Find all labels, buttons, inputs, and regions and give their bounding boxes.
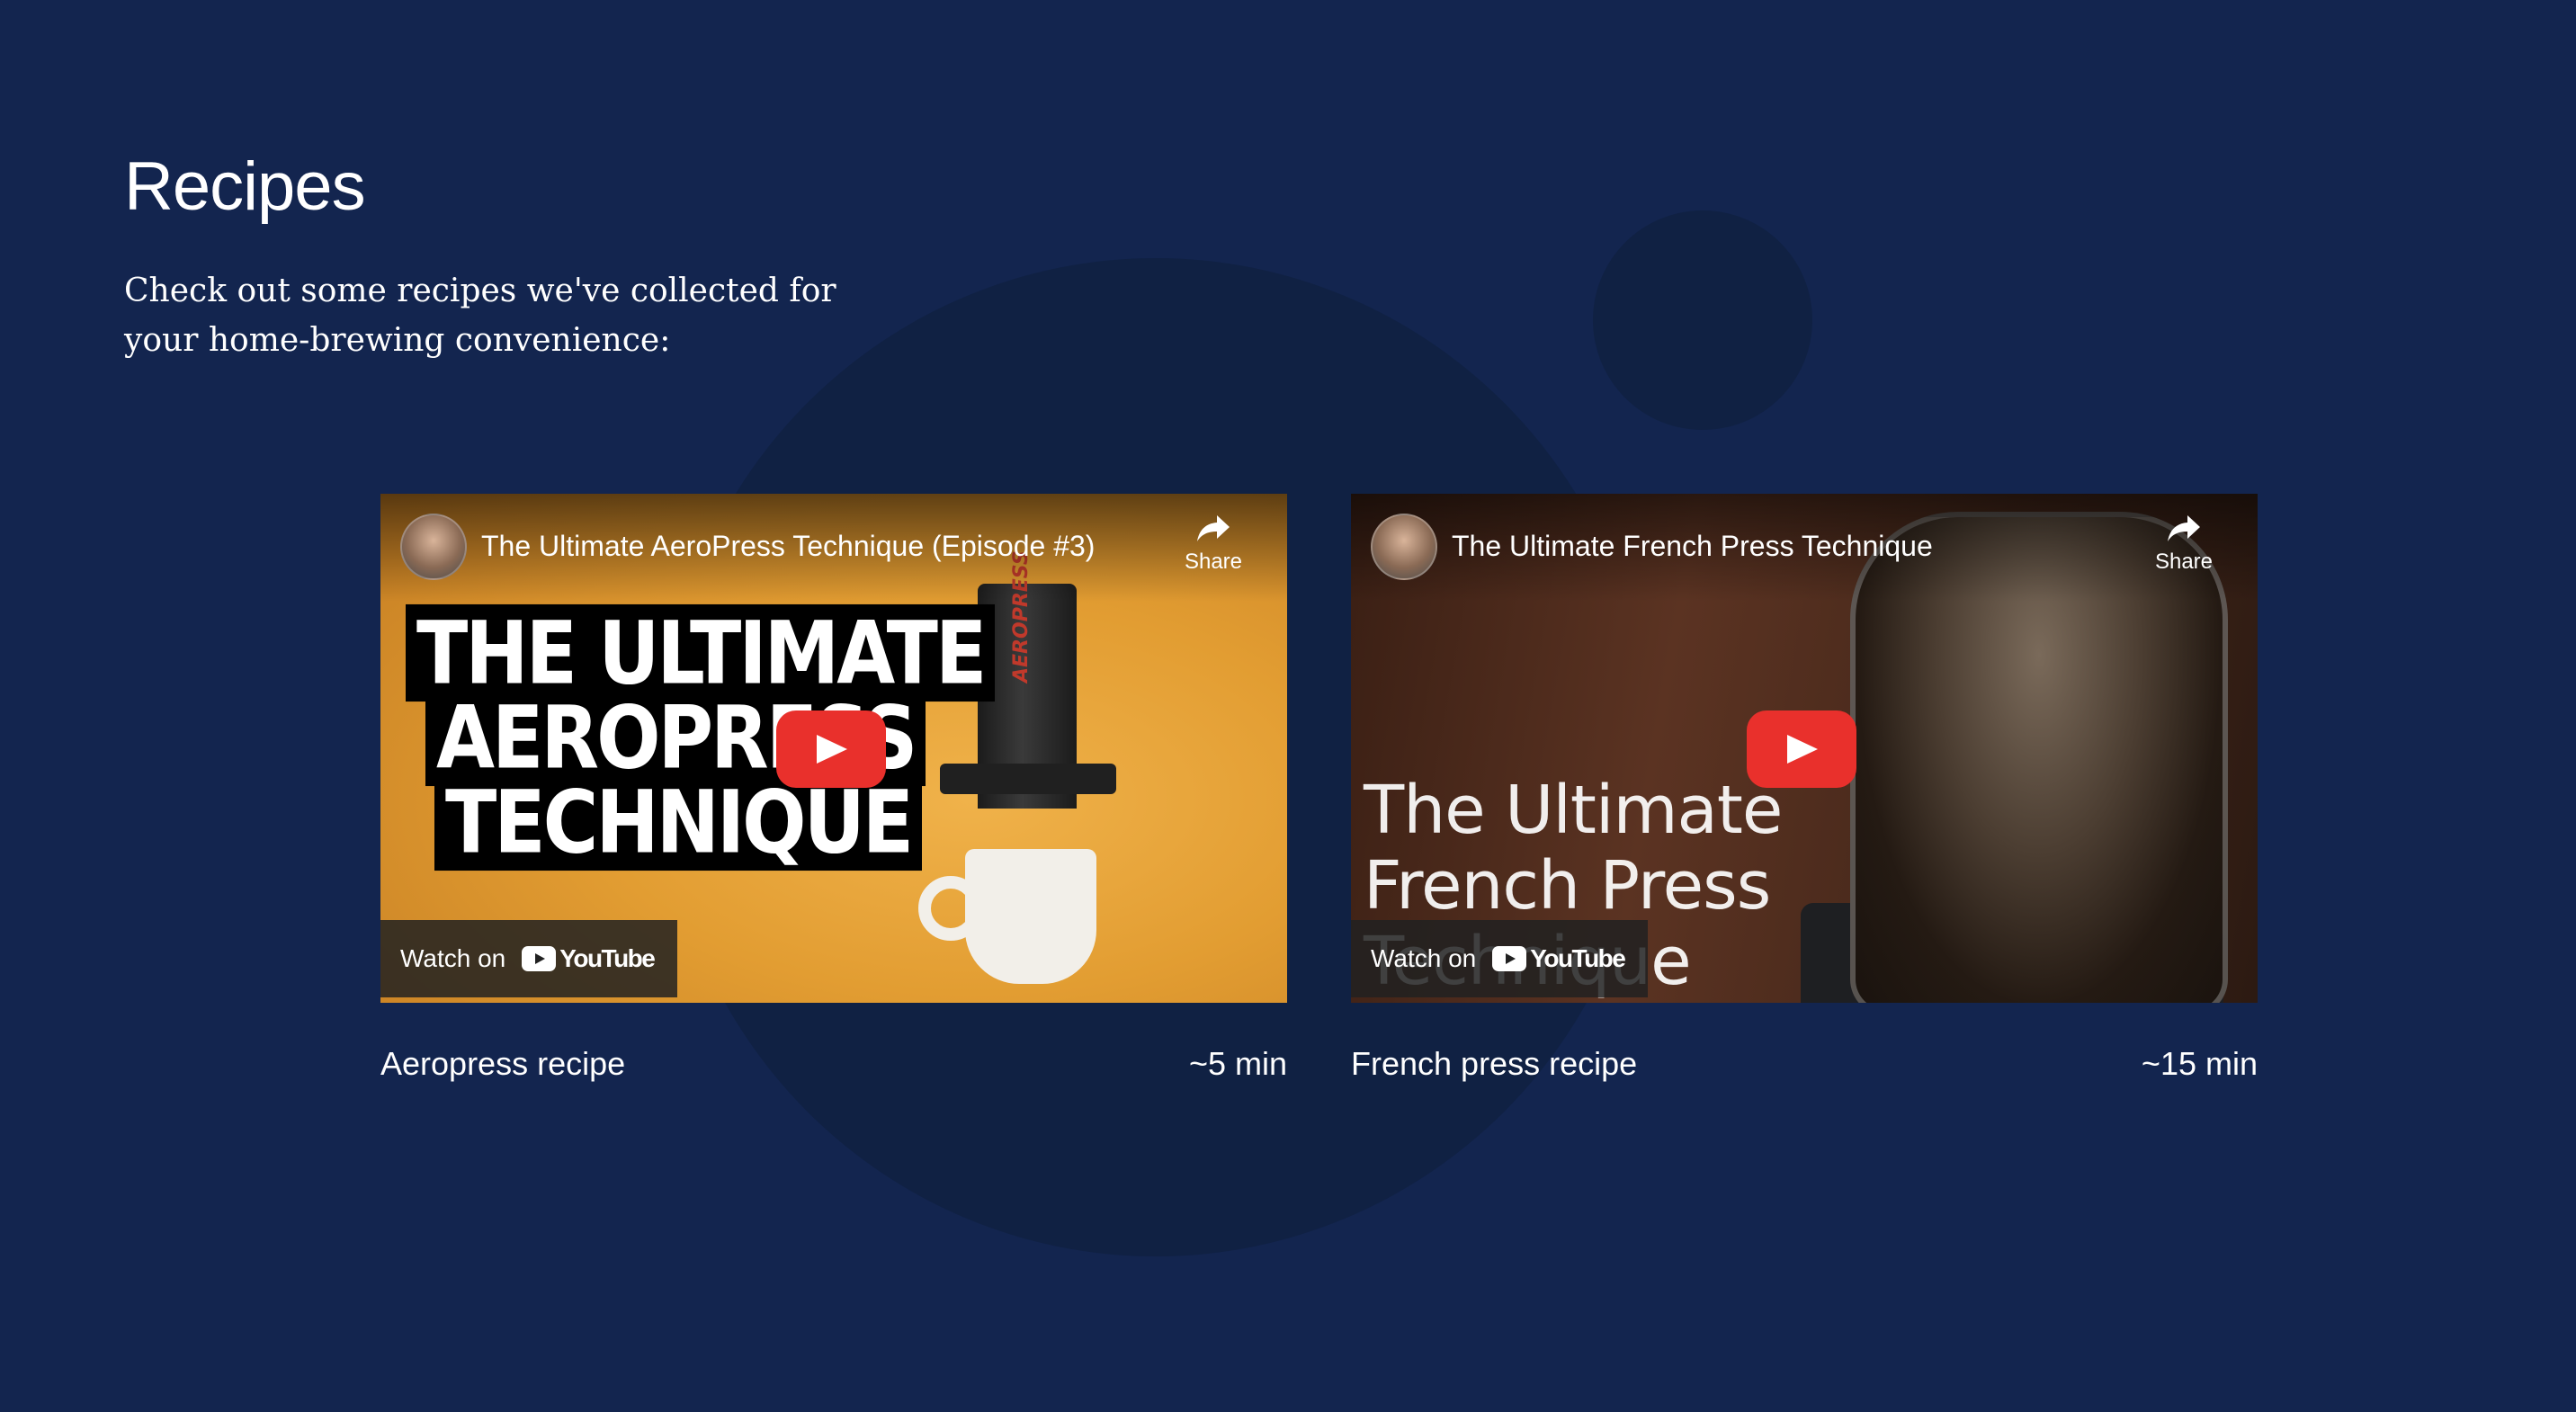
video-title-link[interactable]: The Ultimate French Press Technique — [1452, 528, 1933, 564]
thumbnail-headline-line: The Ultimate — [1364, 772, 1783, 849]
video-title-link[interactable]: The Ultimate AeroPress Technique (Episod… — [481, 528, 1095, 564]
background-circle-small — [1593, 210, 1812, 430]
recipe-card-aeropress: AEROPRESS THE ULTIMATE AEROPRESS TECHNIQ… — [380, 494, 1287, 1084]
page-title: Recipes — [124, 148, 366, 225]
recipe-duration: ~15 min — [2141, 1045, 2258, 1082]
share-button[interactable]: Share — [1177, 514, 1249, 575]
watch-on-youtube-button[interactable]: Watch on YouTube — [380, 920, 678, 997]
watch-on-label: Watch on — [1371, 944, 1477, 972]
share-label: Share — [2154, 550, 2214, 574]
video-embed-french-press[interactable]: The Ultimate French Press Technique The … — [1351, 494, 2258, 1003]
share-button[interactable]: Share — [2148, 514, 2220, 575]
play-icon — [1787, 735, 1818, 764]
mug-image — [965, 849, 1096, 984]
share-arrow-icon — [2168, 515, 2200, 541]
recipe-caption-row: Aeropress recipe ~5 min — [380, 1044, 1287, 1084]
thumbnail-headline: THE ULTIMATE AEROPRESS TECHNIQUE — [406, 603, 996, 871]
youtube-logo-icon: YouTube — [522, 944, 656, 973]
recipe-caption-row: French press recipe ~15 min — [1351, 1044, 2258, 1084]
youtube-logo-icon: YouTube — [1492, 944, 1626, 973]
watch-on-youtube-button[interactable]: Watch on YouTube — [1351, 920, 1649, 997]
watch-on-label: Watch on — [400, 944, 506, 972]
intro-line-1: Check out some recipes we've collected f… — [124, 273, 836, 309]
intro-text: Check out some recipes we've collected f… — [124, 266, 844, 365]
share-label: Share — [1184, 550, 1243, 574]
youtube-wordmark: YouTube — [559, 944, 656, 972]
channel-avatar[interactable] — [400, 514, 467, 580]
video-embed-aeropress[interactable]: AEROPRESS THE ULTIMATE AEROPRESS TECHNIQ… — [380, 494, 1287, 1003]
youtube-wordmark: YouTube — [1530, 944, 1626, 972]
intro-line-2: your home-brewing convenience: — [124, 322, 671, 359]
play-button[interactable] — [1747, 710, 1856, 788]
recipe-caption: Aeropress recipe — [380, 1045, 626, 1082]
share-arrow-icon — [1197, 515, 1230, 541]
recipe-card-french-press: The Ultimate French Press Technique The … — [1351, 494, 2258, 1084]
thumbnail-headline-line: French Press — [1364, 847, 1771, 925]
channel-avatar[interactable] — [1371, 514, 1437, 580]
thumbnail-headline-line: TECHNIQUE — [434, 773, 923, 871]
play-button[interactable] — [776, 710, 886, 788]
play-icon — [817, 735, 847, 764]
recipe-duration: ~5 min — [1188, 1045, 1287, 1082]
recipe-caption: French press recipe — [1351, 1045, 1638, 1082]
